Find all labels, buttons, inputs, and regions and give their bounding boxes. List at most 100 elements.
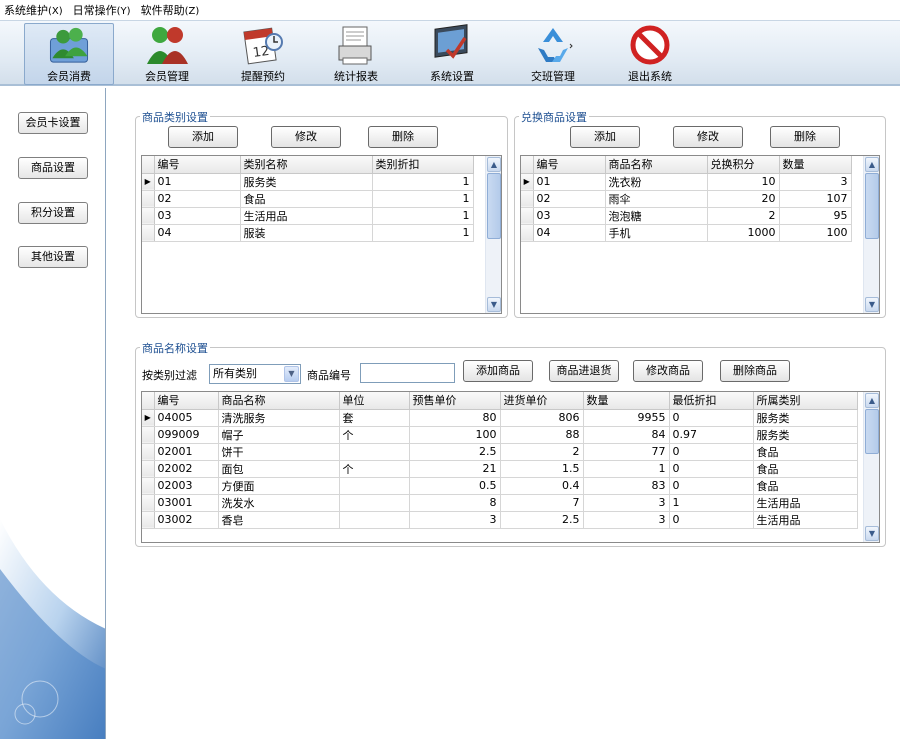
table-cell[interactable]: 洗衣粉 xyxy=(605,173,708,191)
table-cell[interactable]: 04005 xyxy=(154,409,219,427)
exchange-delete-button[interactable]: 删除 xyxy=(770,126,840,148)
table-cell[interactable]: 方便面 xyxy=(218,477,340,495)
table-cell[interactable]: 04 xyxy=(154,224,241,242)
menu-system-maintenance[interactable]: 系统维护(X) xyxy=(4,2,63,18)
toolbar-reminder-button[interactable]: 12 提醒预约 xyxy=(218,23,308,85)
table-cell[interactable]: 02 xyxy=(154,190,241,208)
table-cell[interactable]: 生活用品 xyxy=(240,207,373,225)
menu-software-help[interactable]: 软件帮助(Z) xyxy=(141,2,200,18)
table-cell[interactable]: 生活用品 xyxy=(753,511,858,529)
table-cell[interactable]: 04 xyxy=(533,224,606,242)
category-add-button[interactable]: 添加 xyxy=(168,126,238,148)
table-row[interactable]: 02001 饼干 2.5 2 77 0 食品 xyxy=(142,443,858,461)
table-row[interactable]: 02002 面包个 21 1.5 1 0 食品 xyxy=(142,460,858,478)
table-cell[interactable]: 3 xyxy=(409,511,501,529)
row-indicator[interactable] xyxy=(521,207,534,225)
delete-product-button[interactable]: 删除商品 xyxy=(720,360,790,382)
table-cell[interactable]: 2 xyxy=(500,443,584,461)
table-cell[interactable]: 饼干 xyxy=(218,443,340,461)
table-row[interactable]: ▶ 01 洗衣粉 10 3 xyxy=(521,173,852,191)
table-cell[interactable]: 服装 xyxy=(240,224,373,242)
table-cell[interactable]: 服务类 xyxy=(240,173,373,191)
table-cell[interactable]: 3 xyxy=(583,494,670,512)
table-row[interactable]: ▶ 01 服务类 1 xyxy=(142,173,474,191)
table-cell[interactable]: 洗发水 xyxy=(218,494,340,512)
toolbar-shift-button[interactable]: 交班管理 xyxy=(508,23,598,85)
table-cell[interactable]: 21 xyxy=(409,460,501,478)
table-cell[interactable]: 1.5 xyxy=(500,460,584,478)
sidebar-points-settings-button[interactable]: 积分设置 xyxy=(18,202,88,224)
table-row[interactable]: 099009 帽子个 100 88 84 0.97 服务类 xyxy=(142,426,858,444)
table-cell[interactable]: 雨伞 xyxy=(605,190,708,208)
table-row[interactable]: 03002 香皂 3 2.5 3 0 生活用品 xyxy=(142,511,858,529)
row-indicator[interactable] xyxy=(142,494,155,512)
column-header[interactable]: 最低折扣 xyxy=(669,392,754,410)
column-header[interactable]: 预售单价 xyxy=(409,392,501,410)
scroll-up-icon[interactable]: ▲ xyxy=(865,157,879,172)
column-header[interactable]: 类别折扣 xyxy=(372,156,474,174)
table-cell[interactable]: 7 xyxy=(500,494,584,512)
table-cell[interactable]: 8 xyxy=(409,494,501,512)
table-cell[interactable]: 1 xyxy=(372,190,474,208)
table-cell[interactable]: 099009 xyxy=(154,426,219,444)
table-cell[interactable] xyxy=(339,477,410,495)
table-cell[interactable]: 01 xyxy=(533,173,606,191)
table-cell[interactable]: 1 xyxy=(372,207,474,225)
column-header[interactable]: 进货单价 xyxy=(500,392,584,410)
table-cell[interactable]: 95 xyxy=(779,207,852,225)
table-cell[interactable]: 0.4 xyxy=(500,477,584,495)
table-cell[interactable]: 0 xyxy=(669,511,754,529)
table-cell[interactable]: 10 xyxy=(707,173,780,191)
add-product-button[interactable]: 添加商品 xyxy=(463,360,533,382)
column-header[interactable]: 编号 xyxy=(154,392,219,410)
category-delete-button[interactable]: 删除 xyxy=(368,126,438,148)
table-row[interactable]: 04 手机 1000 100 xyxy=(521,224,852,242)
table-cell[interactable]: 0 xyxy=(669,460,754,478)
table-cell[interactable]: 手机 xyxy=(605,224,708,242)
column-header[interactable]: 数量 xyxy=(779,156,852,174)
row-indicator[interactable] xyxy=(142,224,155,242)
product-stock-button[interactable]: 商品进退货 xyxy=(549,360,619,382)
category-edit-button[interactable]: 修改 xyxy=(271,126,341,148)
row-indicator[interactable] xyxy=(142,443,155,461)
table-cell[interactable] xyxy=(339,511,410,529)
table-cell[interactable]: 1 xyxy=(372,173,474,191)
table-cell[interactable]: 100 xyxy=(779,224,852,242)
table-cell[interactable]: 83 xyxy=(583,477,670,495)
column-header[interactable]: 单位 xyxy=(339,392,410,410)
sidebar-member-card-settings-button[interactable]: 会员卡设置 xyxy=(18,112,88,134)
table-cell[interactable]: 02002 xyxy=(154,460,219,478)
edit-product-button[interactable]: 修改商品 xyxy=(633,360,703,382)
table-cell[interactable]: 服务类 xyxy=(753,409,858,427)
toolbar-settings-button[interactable]: 系统设置 xyxy=(407,23,497,85)
table-cell[interactable]: 02003 xyxy=(154,477,219,495)
table-row[interactable]: 02 食品 1 xyxy=(142,190,474,208)
table-row[interactable]: 02003 方便面 0.5 0.4 83 0 食品 xyxy=(142,477,858,495)
scroll-thumb[interactable] xyxy=(487,173,501,239)
scroll-thumb[interactable] xyxy=(865,173,879,239)
table-row[interactable]: 04 服装 1 xyxy=(142,224,474,242)
scroll-down-icon[interactable]: ▼ xyxy=(865,297,879,312)
row-indicator[interactable] xyxy=(142,511,155,529)
table-cell[interactable]: 1 xyxy=(372,224,474,242)
table-cell[interactable]: 88 xyxy=(500,426,584,444)
table-cell[interactable]: 0 xyxy=(669,477,754,495)
table-cell[interactable]: 套 xyxy=(339,409,410,427)
table-cell[interactable]: 02 xyxy=(533,190,606,208)
row-indicator[interactable] xyxy=(142,477,155,495)
table-cell[interactable]: 食品 xyxy=(240,190,373,208)
column-header[interactable]: 兑换积分 xyxy=(707,156,780,174)
table-cell[interactable]: 泡泡糖 xyxy=(605,207,708,225)
table-cell[interactable]: 2.5 xyxy=(409,443,501,461)
table-cell[interactable]: 84 xyxy=(583,426,670,444)
table-cell[interactable]: 食品 xyxy=(753,443,858,461)
column-header[interactable]: 所属类别 xyxy=(753,392,858,410)
current-row-arrow-icon[interactable]: ▶ xyxy=(521,173,534,191)
column-header[interactable]: 编号 xyxy=(533,156,606,174)
product-code-input[interactable] xyxy=(360,363,455,383)
table-cell[interactable]: 02001 xyxy=(154,443,219,461)
exchange-add-button[interactable]: 添加 xyxy=(570,126,640,148)
table-cell[interactable]: 107 xyxy=(779,190,852,208)
table-cell[interactable]: 806 xyxy=(500,409,584,427)
table-cell[interactable]: 个 xyxy=(339,426,410,444)
